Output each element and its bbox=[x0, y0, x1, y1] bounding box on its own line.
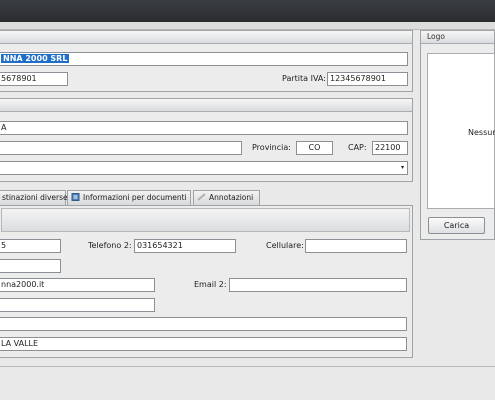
phone2-input[interactable]: 031654321 bbox=[134, 239, 236, 253]
tab-annotazioni[interactable]: Annotazioni bbox=[193, 190, 260, 205]
tab-destinazioni-diverse[interactable]: stinazioni diverse bbox=[0, 190, 68, 205]
phone2-label: Telefono 2: bbox=[88, 241, 132, 250]
tab-informazioni-documenti[interactable]: Informazioni per documenti bbox=[67, 190, 191, 205]
company-code-input[interactable]: 5678901 bbox=[0, 72, 68, 86]
logo-preview[interactable]: Nessun bbox=[427, 53, 495, 209]
chevron-down-icon[interactable]: ▾ bbox=[401, 162, 404, 174]
company-name-input[interactable]: NNA 2000 SRL bbox=[0, 52, 408, 66]
pencil-icon bbox=[197, 192, 206, 201]
logo-group-title: Logo bbox=[427, 32, 445, 41]
cap-label: CAP: bbox=[348, 143, 367, 152]
province-input[interactable]: CO bbox=[296, 141, 333, 155]
cap-input[interactable]: 22100 bbox=[372, 141, 408, 155]
contacts-panel-header bbox=[1, 208, 410, 232]
company-group-header bbox=[0, 31, 412, 44]
tab-label-informazioni: Informazioni per documenti bbox=[83, 193, 187, 202]
toolbar-strip bbox=[0, 22, 495, 30]
status-divider bbox=[0, 366, 495, 367]
street-input[interactable]: A bbox=[0, 121, 408, 135]
web-input[interactable] bbox=[0, 298, 155, 312]
mobile-label: Cellulare: bbox=[266, 241, 304, 250]
fax-input[interactable] bbox=[0, 259, 61, 273]
mobile-input[interactable] bbox=[305, 239, 407, 253]
load-logo-button[interactable]: Carica bbox=[428, 217, 485, 234]
country-select[interactable]: ▾ bbox=[0, 161, 408, 175]
bottom-field-input[interactable]: LA VALLE bbox=[0, 337, 407, 351]
logo-placeholder-text: Nessun bbox=[468, 128, 495, 137]
company-name-value: NNA 2000 SRL bbox=[1, 54, 70, 63]
address-group-header bbox=[0, 99, 412, 112]
email2-label: Email 2: bbox=[194, 280, 227, 289]
notes-input[interactable] bbox=[0, 317, 407, 331]
document-icon bbox=[71, 192, 80, 201]
vat-label: Partita IVA: bbox=[282, 74, 326, 83]
logo-group-header: Logo bbox=[421, 31, 494, 44]
email2-input[interactable] bbox=[229, 278, 407, 292]
window-titlebar bbox=[0, 0, 495, 22]
email1-input[interactable]: nna2000.it bbox=[0, 278, 155, 292]
tab-label-annotazioni: Annotazioni bbox=[209, 193, 254, 202]
vat-input[interactable]: 12345678901 bbox=[327, 72, 408, 86]
province-label: Provincia: bbox=[252, 143, 291, 152]
phone1-input[interactable]: 5 bbox=[0, 239, 61, 253]
city-input[interactable] bbox=[0, 141, 242, 155]
